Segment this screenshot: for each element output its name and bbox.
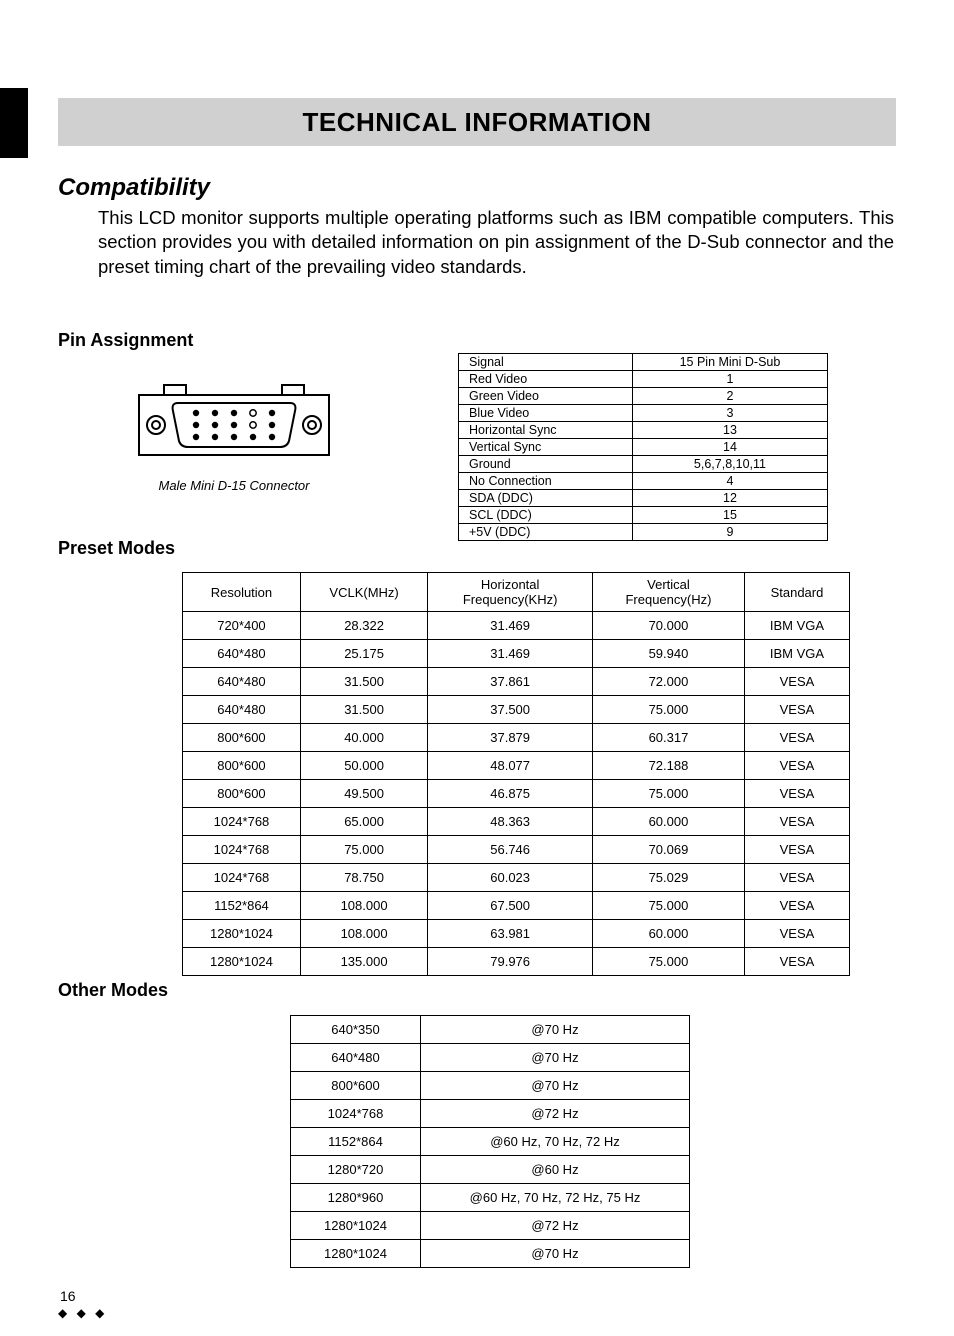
table-row: 1024*76865.00048.36360.000VESA	[183, 808, 850, 836]
table-row: Horizontal Sync13	[459, 422, 828, 439]
table-row: 800*60040.00037.87960.317VESA	[183, 724, 850, 752]
other-modes-table: 640*350@70 Hz 640*480@70 Hz 800*600@70 H…	[290, 1015, 690, 1268]
table-row: Blue Video3	[459, 405, 828, 422]
footer-diamonds-icon: ◆ ◆ ◆	[58, 1306, 107, 1320]
table-row: Resolution VCLK(MHz) HorizontalFrequency…	[183, 573, 850, 612]
table-row: 640*48031.50037.86172.000VESA	[183, 668, 850, 696]
table-row: 720*40028.32231.46970.000IBM VGA	[183, 612, 850, 640]
table-row: 640*480@70 Hz	[291, 1044, 690, 1072]
table-row: 1280*960@60 Hz, 70 Hz, 72 Hz, 75 Hz	[291, 1184, 690, 1212]
preset-header-vclk: VCLK(MHz)	[300, 573, 427, 612]
table-row: No Connection4	[459, 473, 828, 490]
preset-modes-table: Resolution VCLK(MHz) HorizontalFrequency…	[182, 572, 850, 976]
table-row: +5V (DDC)9	[459, 524, 828, 541]
table-row: 1280*720@60 Hz	[291, 1156, 690, 1184]
table-row: 1024*76875.00056.74670.069VESA	[183, 836, 850, 864]
connector-caption: Male Mini D-15 Connector	[134, 478, 334, 493]
table-row: 1152*864108.00067.50075.000VESA	[183, 892, 850, 920]
table-row: 1280*1024135.00079.97675.000VESA	[183, 948, 850, 976]
heading-other-modes: Other Modes	[58, 980, 168, 1001]
table-row: Red Video1	[459, 371, 828, 388]
table-row: 1152*864@60 Hz, 70 Hz, 72 Hz	[291, 1128, 690, 1156]
compatibility-body: This LCD monitor supports multiple opera…	[98, 206, 894, 279]
table-row: Green Video2	[459, 388, 828, 405]
table-row: 1280*1024@72 Hz	[291, 1212, 690, 1240]
table-row: 1024*768@72 Hz	[291, 1100, 690, 1128]
pin-assignment-table: Signal 15 Pin Mini D-Sub Red Video1 Gree…	[458, 353, 828, 541]
table-row: SDA (DDC)12	[459, 490, 828, 507]
preset-header-hfreq: HorizontalFrequency(KHz)	[428, 573, 593, 612]
pin-header-pin: 15 Pin Mini D-Sub	[632, 354, 827, 371]
preset-header-res: Resolution	[183, 573, 301, 612]
table-row: Signal 15 Pin Mini D-Sub	[459, 354, 828, 371]
heading-pin-assignment: Pin Assignment	[58, 330, 193, 351]
table-row: 640*350@70 Hz	[291, 1016, 690, 1044]
heading-preset-modes: Preset Modes	[58, 538, 175, 559]
table-row: 800*60049.50046.87575.000VESA	[183, 780, 850, 808]
table-row: 1024*76878.75060.02375.029VESA	[183, 864, 850, 892]
preset-header-vfreq: VerticalFrequency(Hz)	[593, 573, 745, 612]
table-row: 1280*1024@70 Hz	[291, 1240, 690, 1268]
table-row: 1280*1024108.00063.98160.000VESA	[183, 920, 850, 948]
table-row: 640*48031.50037.50075.000VESA	[183, 696, 850, 724]
page-number: 16	[60, 1288, 76, 1304]
pin-header-signal: Signal	[459, 354, 633, 371]
table-row: 800*600@70 Hz	[291, 1072, 690, 1100]
table-row: Ground5,6,7,8,10,11	[459, 456, 828, 473]
table-row: 800*60050.00048.07772.188VESA	[183, 752, 850, 780]
preset-header-std: Standard	[744, 573, 849, 612]
table-row: Vertical Sync14	[459, 439, 828, 456]
table-row: SCL (DDC)15	[459, 507, 828, 524]
dsub-connector-diagram	[134, 375, 334, 472]
page-title: TECHNICAL INFORMATION	[58, 98, 896, 146]
page-tab	[0, 88, 28, 158]
table-row: 640*48025.17531.46959.940IBM VGA	[183, 640, 850, 668]
heading-compatibility: Compatibility	[58, 174, 210, 202]
